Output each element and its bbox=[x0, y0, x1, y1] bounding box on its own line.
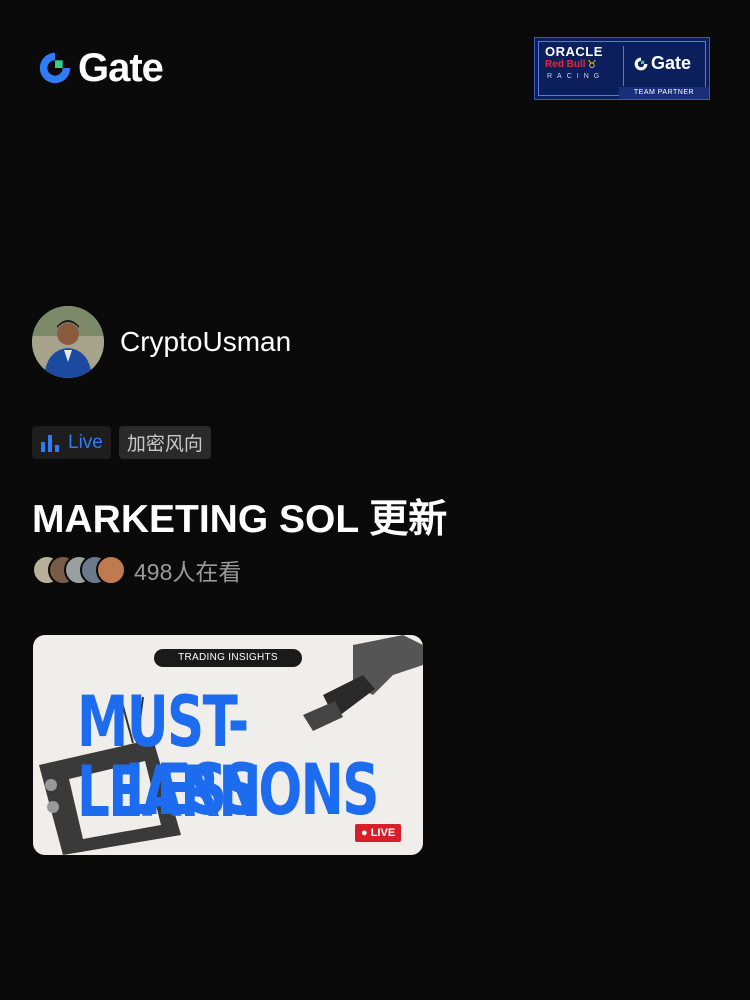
cover-headline-line2: LESSONS bbox=[125, 749, 379, 831]
bull-icon: ♉ bbox=[587, 59, 597, 71]
author-avatar[interactable] bbox=[32, 306, 104, 378]
team-partner-badge: ORACLE Red Bull ♉ RACING Gate TEAM PARTN… bbox=[534, 37, 710, 100]
partner-gate-text: Gate bbox=[651, 53, 692, 73]
logo-text: Gate bbox=[78, 46, 164, 90]
viewers-row: 498人在看 bbox=[32, 553, 241, 587]
oracle-text: ORACLE bbox=[545, 44, 603, 59]
category-tag[interactable]: 加密风向 bbox=[118, 426, 211, 459]
viewer-avatars bbox=[32, 555, 126, 585]
live-badge: ● LIVE bbox=[355, 824, 402, 842]
gate-logo-icon bbox=[39, 52, 71, 84]
redbull-text: Red Bull bbox=[545, 59, 586, 70]
trading-insights-pill: TRADING INSIGHTS bbox=[154, 649, 302, 667]
live-tag-label: Live bbox=[68, 431, 103, 453]
bar-chart-icon bbox=[41, 434, 59, 452]
live-tag: Live bbox=[32, 426, 111, 459]
author-row[interactable]: CryptoUsman bbox=[32, 306, 291, 378]
gate-small-icon bbox=[634, 57, 648, 70]
viewer-avatar bbox=[96, 555, 126, 585]
viewer-count: 498人在看 bbox=[134, 559, 242, 585]
racing-text: RACING bbox=[547, 73, 605, 80]
avatar-image bbox=[32, 306, 104, 378]
stream-cover[interactable]: TRADING INSIGHTS MUST-LEARN LESSONS ● LI… bbox=[33, 635, 423, 855]
gate-logo[interactable]: Gate bbox=[36, 46, 164, 90]
stream-title: MARKETING SOL 更新 bbox=[32, 498, 448, 541]
team-partner-label: TEAM PARTNER bbox=[619, 87, 709, 99]
author-name[interactable]: CryptoUsman bbox=[120, 326, 291, 358]
